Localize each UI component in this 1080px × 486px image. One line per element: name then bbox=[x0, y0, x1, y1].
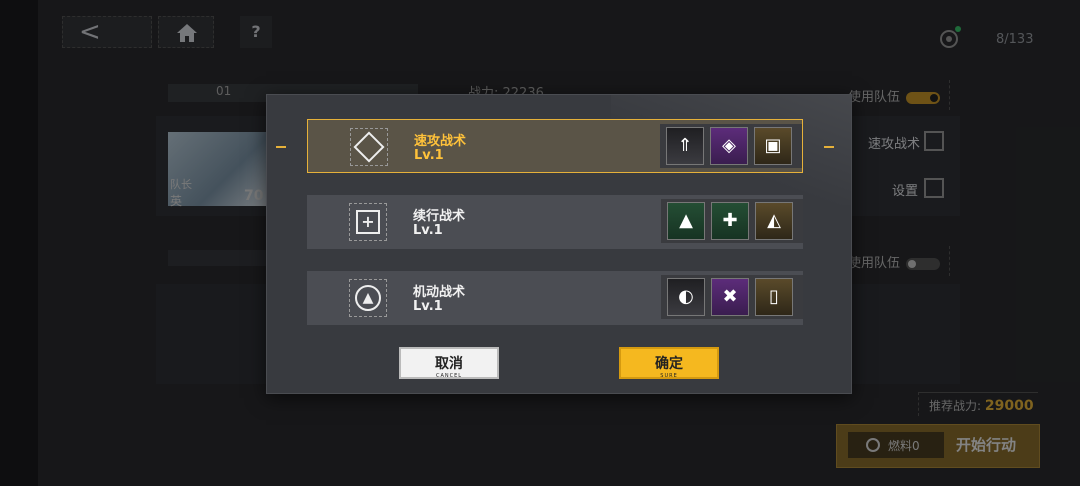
diamond-skill-icon[interactable]: ◈ bbox=[710, 127, 748, 165]
cancel-button[interactable]: 取消 CANCEL bbox=[399, 347, 499, 379]
tactic-title: 续行战术 bbox=[413, 209, 466, 224]
game-screen: < ? 8/133 01 战力: 22236 使用队伍 队长英 70 速攻战术 … bbox=[0, 0, 1080, 486]
skill-group: ▲ ✚ ◭ bbox=[661, 199, 803, 243]
tactic-select-dialog: 速攻战术 Lv.1 ⇑ ◈ ▣ + 续行战术 Lv.1 ▲ ✚ ◭ ▲ 机动战术… bbox=[266, 94, 852, 394]
tactic-row-speed-attack[interactable]: 速攻战术 Lv.1 ⇑ ◈ ▣ bbox=[276, 119, 834, 173]
skill-group: ◐ ✖ ▯ bbox=[661, 275, 803, 319]
cancel-sublabel: CANCEL bbox=[435, 373, 463, 379]
cancel-label: 取消 bbox=[435, 356, 463, 372]
tactic-level: Lv.1 bbox=[414, 148, 444, 163]
sustain-tactic-icon: + bbox=[349, 203, 387, 241]
cross-skill-icon[interactable]: ✚ bbox=[711, 202, 749, 240]
tactic-level: Lv.1 bbox=[413, 299, 443, 314]
mountain-skill-icon[interactable]: ▲ bbox=[667, 202, 705, 240]
confirm-sublabel: SURE bbox=[660, 373, 678, 379]
mobile-tactic-icon: ▲ bbox=[349, 279, 387, 317]
skill-group: ⇑ ◈ ▣ bbox=[660, 124, 802, 168]
selection-bracket-right bbox=[824, 146, 834, 148]
tactic-title: 速攻战术 bbox=[414, 134, 467, 149]
triangle-skill-icon[interactable]: ◭ bbox=[755, 202, 793, 240]
tactic-row-mobile[interactable]: ▲ 机动战术 Lv.1 ◐ ✖ ▯ bbox=[307, 271, 803, 325]
tactic-level: Lv.1 bbox=[413, 223, 443, 238]
tactic-title: 机动战术 bbox=[413, 285, 466, 300]
box-skill-icon[interactable]: ▣ bbox=[754, 127, 792, 165]
x-skill-icon[interactable]: ✖ bbox=[711, 278, 749, 316]
tactic-row-sustain[interactable]: + 续行战术 Lv.1 ▲ ✚ ◭ bbox=[307, 195, 803, 249]
confirm-label: 确定 bbox=[655, 356, 683, 372]
selection-bracket-left bbox=[276, 146, 286, 148]
blade-skill-icon[interactable]: ⇑ bbox=[666, 127, 704, 165]
confirm-button[interactable]: 确定 SURE bbox=[619, 347, 719, 379]
speed-tactic-icon bbox=[350, 128, 388, 166]
wing-skill-icon[interactable]: ◐ bbox=[667, 278, 705, 316]
phone-skill-icon[interactable]: ▯ bbox=[755, 278, 793, 316]
